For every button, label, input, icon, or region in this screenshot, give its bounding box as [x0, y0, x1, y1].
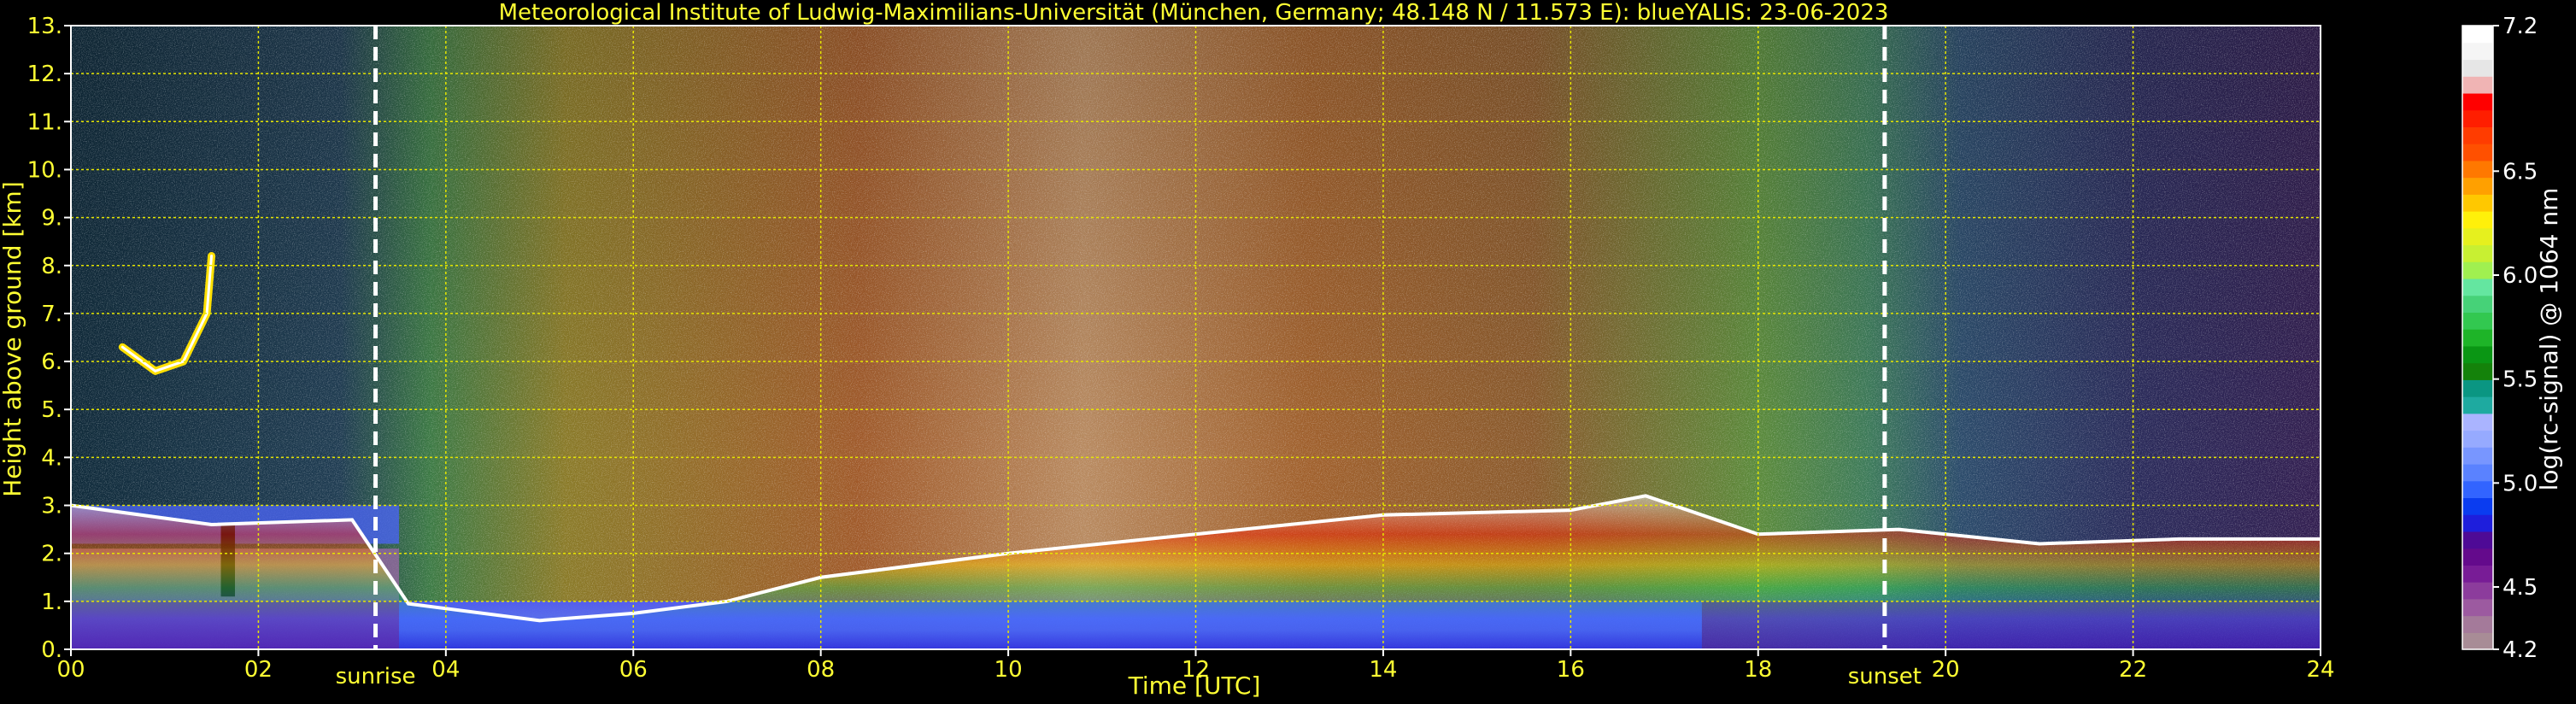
colorbar-segment [2462, 598, 2493, 617]
colorbar-segment [2462, 565, 2493, 583]
colorbar-segment [2462, 531, 2493, 549]
colorbar-segment [2462, 295, 2493, 314]
y-tick-label: 3. [41, 494, 62, 519]
colorbar-segment [2462, 312, 2493, 330]
colorbar-segment [2462, 480, 2493, 499]
y-axis-label: Height above ground [km] [0, 181, 26, 497]
y-tick-label: 2. [41, 542, 62, 567]
colorbar-segment [2462, 514, 2493, 532]
colorbar-segment [2462, 160, 2493, 179]
y-tick-label: 8. [41, 254, 62, 279]
colorbar-tick-label: 7.2 [2503, 14, 2538, 39]
y-tick-label: 5. [41, 397, 62, 423]
x-tick-label: 02 [244, 657, 273, 683]
colorbar-segment [2462, 109, 2493, 127]
sun-marker-label: sunset [1848, 664, 1922, 689]
colorbar-segment [2462, 497, 2493, 515]
colorbar-segment [2462, 76, 2493, 94]
colorbar-tick-label: 4.2 [2503, 637, 2538, 663]
colorbar-segment [2462, 396, 2493, 414]
y-tick-label: 0. [41, 637, 62, 663]
y-tick-label: 1. [41, 590, 62, 615]
colorbar-segment [2462, 194, 2493, 212]
sun-marker-label: sunrise [336, 664, 416, 689]
colorbar-segment [2462, 42, 2493, 61]
colorbar-segment [2462, 329, 2493, 347]
y-tick-label: 10. [27, 157, 62, 183]
colorbar-segment [2462, 244, 2493, 262]
colorbar-segment [2462, 227, 2493, 246]
x-tick-label: 24 [2306, 657, 2334, 683]
colorbar-segment [2462, 177, 2493, 195]
x-tick-label: 16 [1557, 657, 1585, 683]
colorbar-segment [2462, 463, 2493, 482]
colorbar-tick-label: 6.5 [2503, 159, 2538, 185]
x-tick-label: 06 [619, 657, 648, 683]
x-tick-label: 18 [1744, 657, 1772, 683]
colorbar-segment [2462, 548, 2493, 566]
x-tick-label: 22 [2119, 657, 2147, 683]
y-tick-label: 7. [41, 302, 62, 327]
x-tick-label: 04 [431, 657, 460, 683]
x-axis-label: Time [UTC] [1128, 672, 1261, 700]
x-tick-label: 14 [1369, 657, 1397, 683]
y-tick-label: 11. [27, 109, 62, 135]
x-tick-label: 08 [807, 657, 835, 683]
colorbar-segment [2462, 211, 2493, 229]
y-tick-label: 4. [41, 445, 62, 471]
y-tick-label: 13. [27, 14, 62, 39]
y-tick-label: 12. [27, 62, 62, 87]
colorbar: 4.2 4.5 5.0 5.5 6.0 6.5 7.2 [2462, 14, 2538, 663]
colorbar-segment [2462, 362, 2493, 380]
colorbar-segment [2462, 615, 2493, 633]
colorbar-segment [2462, 144, 2493, 161]
colorbar-segment [2462, 59, 2493, 77]
colorbar-segment [2462, 379, 2493, 397]
colorbar-label: log(rc-signal) @ 1064 nm [2535, 188, 2563, 491]
lidar-quicklook-chart: Meteorological Institute of Ludwig-Maxim… [0, 0, 2563, 700]
x-tick-label: 10 [995, 657, 1023, 683]
colorbar-segment [2462, 278, 2493, 296]
colorbar-segment [2462, 582, 2493, 600]
chart-title: Meteorological Institute of Ludwig-Maxim… [499, 0, 1889, 26]
colorbar-segment [2462, 26, 2493, 44]
colorbar-segment [2462, 430, 2493, 448]
colorbar-segment [2462, 126, 2493, 144]
y-tick-label: 9. [41, 206, 62, 232]
colorbar-segment [2462, 632, 2493, 650]
y-axis-ticks: 0. 1. 2. 3. 4. 5. 6. 7. 8. 9. 10. 11. 12. 13. [27, 14, 71, 663]
x-tick-label: 20 [1932, 657, 1960, 683]
colorbar-segment [2462, 261, 2493, 279]
colorbar-segment [2462, 92, 2493, 111]
colorbar-tick-label: 6.0 [2503, 263, 2538, 289]
colorbar-segment [2462, 345, 2493, 364]
colorbar-segment [2462, 447, 2493, 465]
colorbar-tick-label: 4.5 [2503, 575, 2538, 601]
colorbar-tick-label: 5.0 [2503, 471, 2538, 496]
colorbar-tick-label: 5.5 [2503, 367, 2538, 393]
y-tick-label: 6. [41, 349, 62, 375]
colorbar-segment [2462, 413, 2493, 431]
